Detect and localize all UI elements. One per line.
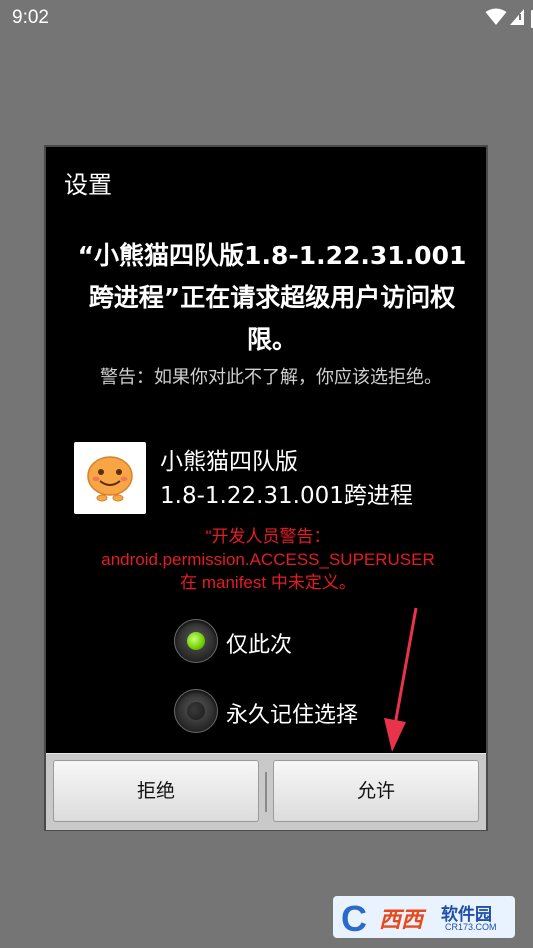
signal-icon: [510, 9, 524, 25]
watermark-glyph: 西西: [379, 908, 424, 933]
site-watermark-logo: C 西西 软件园 CR173.COM: [333, 896, 515, 939]
dialog-title: 设置: [64, 171, 112, 199]
superuser-dialog: 设置 “小熊猫四队版1.8-1.22.31.001跨进程”正在请求超级用户访问权…: [44, 145, 488, 831]
deny-button[interactable]: 拒绝: [53, 760, 259, 822]
button-bar: 拒绝 允许: [46, 753, 486, 830]
allow-button[interactable]: 允许: [273, 760, 479, 822]
developer-warning-line3: 在 manifest 中未定义。: [180, 573, 356, 592]
request-message: “小熊猫四队版1.8-1.22.31.001跨进程”正在请求超级用户访问权限。: [77, 241, 467, 354]
radio-button-selected[interactable]: [174, 619, 218, 663]
option-once-label: 仅此次: [226, 633, 293, 658]
watermark-url: CR173.COM: [445, 922, 497, 932]
status-bar: 9:02: [0, 0, 533, 36]
radio-button-unselected[interactable]: [174, 689, 218, 733]
app-name-line2: 1.8-1.22.31.001跨进程: [160, 483, 413, 509]
developer-warning-line1: "开发人员警告：: [205, 527, 331, 546]
option-remember-label: 永久记住选择: [226, 703, 359, 728]
developer-warning-line2: android.permission.ACCESS_SUPERUSER: [101, 550, 435, 569]
warning-message: 警告：如果你对此不了解，你应该选拒绝。: [100, 367, 442, 388]
smiley-app-icon: [74, 442, 146, 514]
app-name-line1: 小熊猫四队版: [160, 449, 298, 475]
watermark-letter: C: [341, 898, 367, 939]
button-divider: [265, 772, 267, 812]
status-time: 9:02: [12, 7, 49, 28]
wifi-icon: [485, 8, 507, 25]
developer-warning: "开发人员警告： android.permission.ACCESS_SUPER…: [68, 525, 468, 594]
app-name: 小熊猫四队版 1.8-1.22.31.001跨进程: [160, 445, 413, 513]
